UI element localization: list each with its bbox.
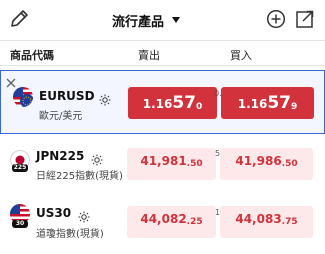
symbol-label: US30 — [36, 206, 72, 220]
sun-icon — [91, 151, 103, 166]
column-sell: 賣出 — [138, 49, 160, 62]
buy-price-button[interactable]: 44,0 83 .75 — [220, 206, 313, 238]
price-big: 57 — [172, 93, 196, 113]
index-badge: 30 — [12, 220, 28, 228]
price-small: 41,9 — [235, 154, 265, 168]
symbol-description: 道瓊指數(現貨) — [36, 229, 104, 240]
price-sup: 0 — [196, 102, 203, 112]
column-header: 商品代碼 賣出 買入 — [0, 40, 325, 66]
price-small: 41,9 — [140, 154, 170, 168]
us-eu-flag-icon — [13, 87, 33, 107]
page-title: 流行產品 — [112, 14, 165, 30]
symbol-label: EURUSD — [39, 89, 95, 103]
price-big: 83 — [264, 212, 282, 226]
external-link-icon[interactable] — [295, 9, 315, 29]
table-row[interactable]: EURUSD 歐元/美元 1.16 57 0 0.9 1.16 57 9 — [0, 70, 325, 134]
price-big: 81 — [169, 154, 187, 168]
symbol-description: 日經225指數(現貨) — [36, 171, 123, 182]
pencil-icon[interactable] — [8, 8, 30, 30]
column-product: 商品代碼 — [10, 49, 54, 62]
price-small: 1.16 — [142, 97, 173, 111]
price-sup: .75 — [281, 217, 298, 227]
price-sup: 9 — [291, 102, 298, 112]
price-sup: .25 — [186, 217, 203, 227]
sell-price-button[interactable]: 1.16 57 0 — [128, 87, 217, 119]
price-sup: .50 — [281, 159, 298, 169]
caret-down-icon — [172, 17, 181, 23]
column-buy: 買入 — [230, 49, 252, 62]
price-big: 82 — [169, 212, 187, 226]
top-bar: 流行產品 — [0, 0, 325, 40]
sell-price-button[interactable]: 41,9 81 .50 — [127, 148, 216, 180]
sell-price-button[interactable]: 44,0 82 .25 — [127, 206, 216, 238]
sun-icon — [99, 91, 111, 106]
plus-circle-icon[interactable] — [266, 9, 286, 29]
list-selector[interactable]: 流行產品 — [112, 10, 181, 30]
symbol-label: JPN225 — [36, 149, 85, 163]
buy-price-button[interactable]: 1.16 57 9 — [221, 87, 314, 119]
price-small: 1.16 — [237, 97, 268, 111]
symbol-description: 歐元/美元 — [39, 111, 83, 122]
sun-icon — [78, 208, 90, 223]
index-badge: 225 — [12, 164, 28, 172]
table-row[interactable]: 30 US30 道瓊指數(現貨) 44,0 82 .25 1.5 44,0 83… — [0, 190, 325, 254]
price-small: 44,0 — [235, 212, 265, 226]
price-big: 86 — [264, 154, 282, 168]
price-big: 57 — [267, 93, 291, 113]
price-small: 44,0 — [140, 212, 170, 226]
buy-price-button[interactable]: 41,9 86 .50 — [220, 148, 313, 180]
price-sup: .50 — [186, 159, 203, 169]
close-icon[interactable] — [5, 74, 17, 88]
